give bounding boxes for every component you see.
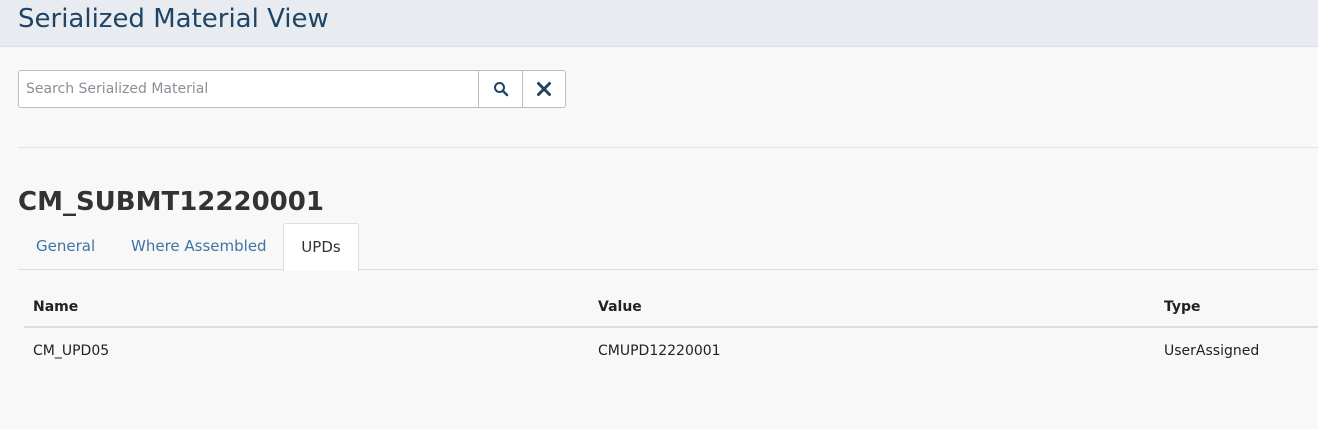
tab-bar: General Where Assembled UPDs [18,223,1318,271]
column-header-type[interactable]: Type [1164,288,1201,326]
tab-upds[interactable]: UPDs [283,223,359,271]
cell-value: CMUPD12220001 [598,343,721,359]
upds-table: Name Value Type CM_UPD05 CMUPD12220001 U… [24,288,1318,370]
tab-where-assembled[interactable]: Where Assembled [131,223,267,270]
search-input[interactable] [18,70,478,108]
search-bar [18,70,566,108]
section-divider [18,147,1318,148]
search-button[interactable] [478,70,522,108]
table-header: Name Value Type [24,288,1318,328]
record-title: CM_SUBMT12220001 [18,187,324,217]
column-header-value[interactable]: Value [598,288,642,326]
column-header-name[interactable]: Name [33,288,78,326]
search-icon [493,82,508,97]
cell-type: UserAssigned [1164,343,1260,359]
page-title: Serialized Material View [18,4,329,34]
close-icon [537,82,551,96]
clear-button[interactable] [522,70,566,108]
page-header: Serialized Material View [0,0,1318,47]
tab-general[interactable]: General [36,223,95,270]
cell-name: CM_UPD05 [33,343,110,359]
table-row[interactable]: CM_UPD05 CMUPD12220001 UserAssigned [24,328,1318,370]
